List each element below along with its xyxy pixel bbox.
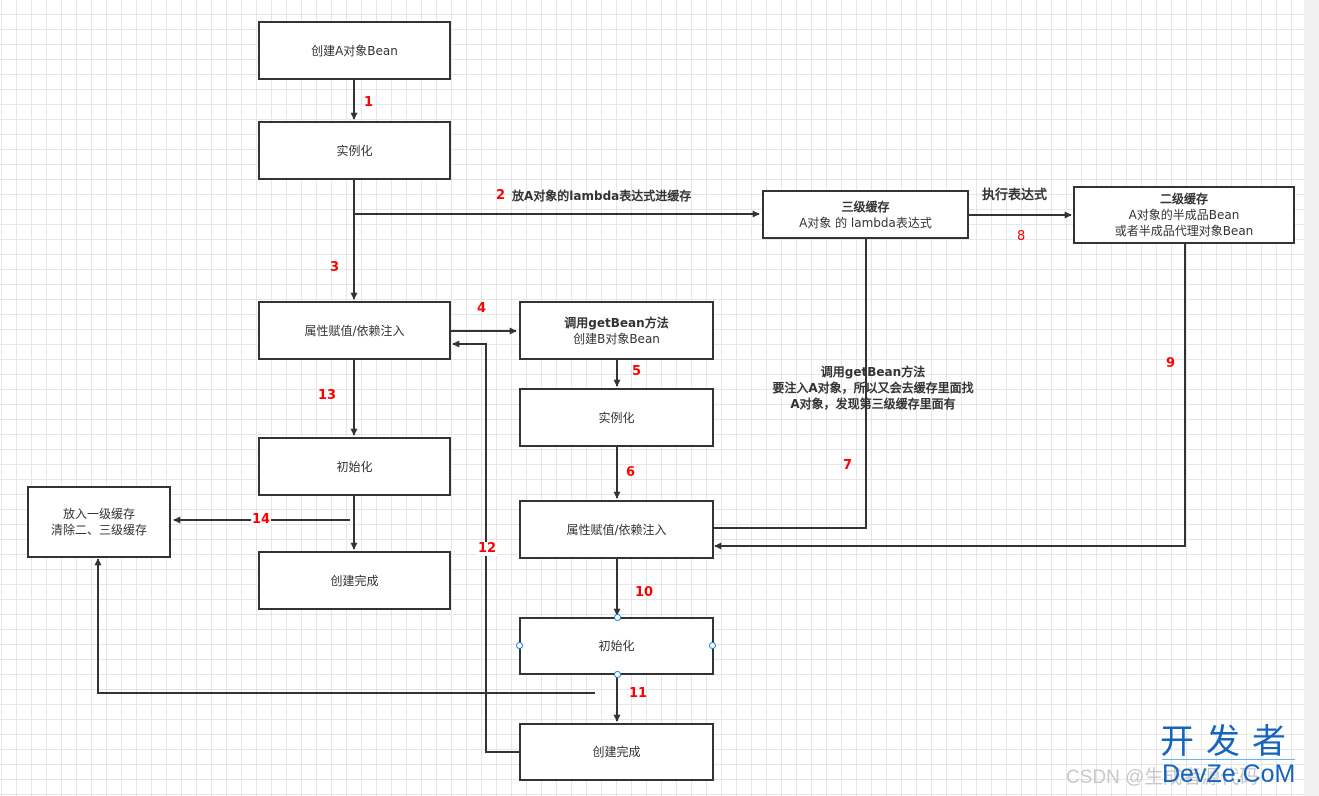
node-second-cache[interactable]: 二级缓存 A对象的半成品Bean 或者半成品代理对象Bean (1073, 186, 1295, 244)
node-a-instantiate-text: 实例化 (336, 143, 373, 158)
node-first-cache[interactable]: 放入一级缓存 清除二、三级缓存 (27, 486, 171, 558)
node-third-cache-title: 三级缓存 (841, 199, 890, 214)
node-b-instantiate-text: 实例化 (598, 410, 635, 425)
getbean-note-line3: A对象，发现第三级缓存里面有 (790, 397, 956, 411)
node-first-cache-line1: 放入一级缓存 (62, 507, 135, 521)
getbean-note-line2: 要注入A对象，所以又会去缓存里面找 (772, 381, 974, 395)
node-b-getbean-text: 创建B对象Bean (573, 331, 660, 346)
node-second-cache-line1: A对象的半成品Bean (1128, 208, 1240, 222)
node-b-done-text: 创建完成 (592, 745, 641, 759)
edge-label-execute-expression: 执行表达式 (982, 188, 1048, 203)
edge-label-getbean-note: 调用getBean方法 要注入A对象，所以又会去缓存里面找 A对象，发现第三级缓… (760, 364, 986, 412)
node-b-initialize[interactable]: 初始化 (519, 617, 714, 675)
node-third-cache-text: A对象 的 lambda表达式 (799, 215, 932, 230)
step-11: 11 (629, 686, 648, 701)
step-8: 8 (1017, 229, 1026, 244)
node-b-initialize-text: 初始化 (598, 639, 635, 653)
node-a-done[interactable]: 创建完成 (258, 551, 451, 610)
step-2: 2 (496, 188, 506, 203)
step-1: 1 (364, 95, 374, 110)
edge-label-put-lambda: 放A对象的lambda表达式进缓存 (512, 189, 692, 203)
step-3: 3 (330, 260, 340, 275)
selection-handle-right[interactable] (709, 642, 716, 649)
node-a-create-text: 创建A对象Bean (311, 43, 398, 58)
node-b-getbean[interactable]: 调用getBean方法 创建B对象Bean (519, 301, 714, 360)
step-5: 5 (632, 364, 642, 379)
node-a-instantiate[interactable]: 实例化 (258, 121, 451, 180)
node-b-populate[interactable]: 属性赋值/依赖注入 (519, 500, 714, 559)
step-12: 12 (477, 541, 498, 556)
selection-handle-top[interactable] (614, 614, 621, 621)
step-13: 13 (318, 388, 337, 403)
node-second-cache-line2: 或者半成品代理对象Bean (1114, 224, 1254, 238)
getbean-note-line1: 调用getBean方法 (820, 365, 926, 379)
canvas-scrollbar-track[interactable] (1304, 0, 1319, 796)
node-a-initialize[interactable]: 初始化 (258, 437, 451, 496)
node-a-done-text: 创建完成 (330, 573, 379, 588)
node-third-cache[interactable]: 三级缓存 A对象 的 lambda表达式 (762, 190, 969, 239)
node-first-cache-line2: 清除二、三级缓存 (50, 523, 147, 537)
node-b-done[interactable]: 创建完成 (519, 723, 714, 781)
step-6: 6 (626, 465, 636, 480)
step-4: 4 (477, 301, 487, 316)
watermark-brand-en: DevZe.CoM (1162, 759, 1296, 788)
selection-handle-left[interactable] (516, 642, 523, 649)
step-10: 10 (635, 585, 654, 600)
node-a-populate-text: 属性赋值/依赖注入 (304, 323, 405, 338)
watermark-brand-cn: 开发者 (1160, 722, 1298, 762)
node-a-create[interactable]: 创建A对象Bean (258, 21, 451, 80)
node-second-cache-title: 二级缓存 (1159, 192, 1208, 206)
node-a-populate[interactable]: 属性赋值/依赖注入 (258, 301, 451, 360)
node-b-getbean-title: 调用getBean方法 (564, 315, 669, 330)
step-7: 7 (843, 458, 853, 473)
step-9: 9 (1166, 356, 1176, 371)
node-b-instantiate[interactable]: 实例化 (519, 388, 714, 447)
selection-handle-bottom[interactable] (614, 671, 621, 678)
node-b-populate-text: 属性赋值/依赖注入 (566, 522, 667, 537)
step-14: 14 (251, 512, 272, 527)
node-a-initialize-text: 初始化 (336, 459, 373, 474)
